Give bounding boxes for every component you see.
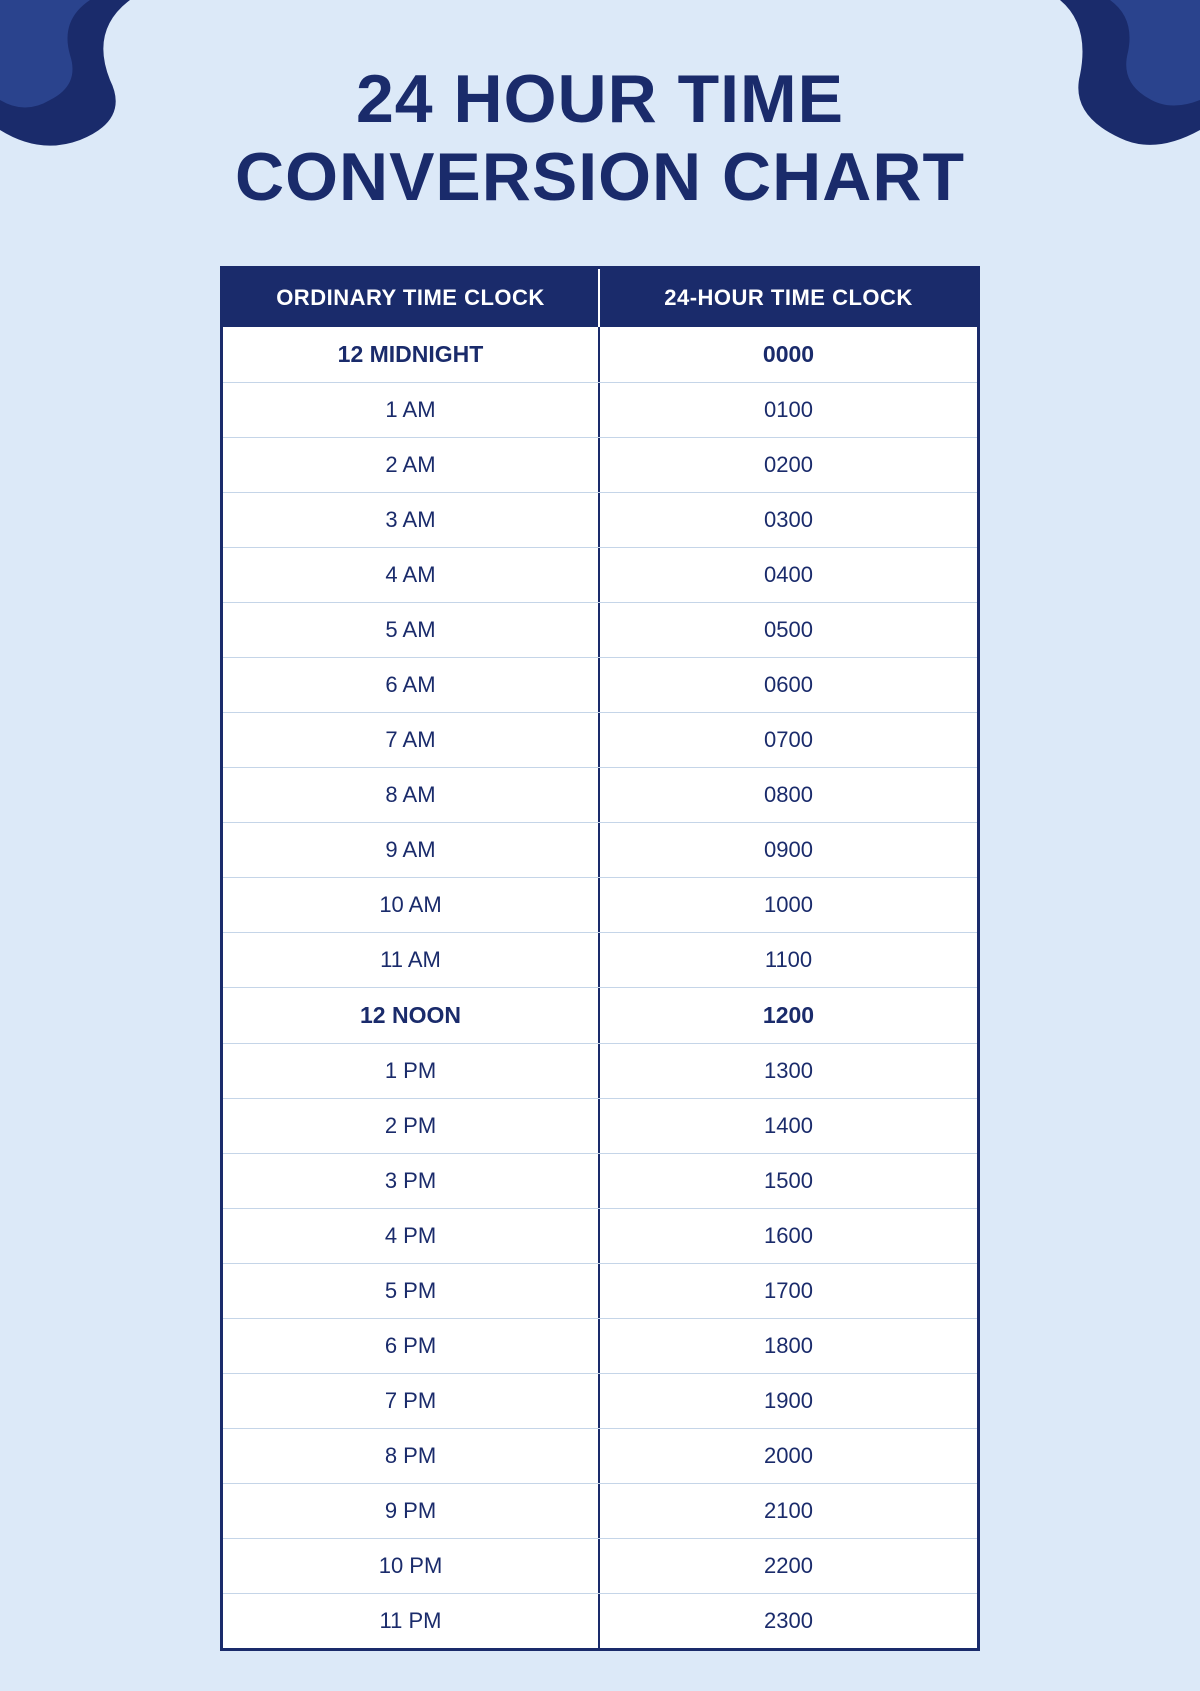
ordinary-time-cell: 10 PM xyxy=(223,1539,600,1593)
military-time-cell: 0200 xyxy=(600,438,977,492)
ordinary-time-cell: 11 AM xyxy=(223,933,600,987)
table-row: 1 PM1300 xyxy=(223,1044,977,1099)
ordinary-time-cell: 4 PM xyxy=(223,1209,600,1263)
military-time-cell: 1600 xyxy=(600,1209,977,1263)
table-row: 1 AM0100 xyxy=(223,383,977,438)
military-time-cell: 1700 xyxy=(600,1264,977,1318)
ordinary-time-cell: 5 AM xyxy=(223,603,600,657)
ordinary-time-cell: 1 AM xyxy=(223,383,600,437)
table-row: 4 AM0400 xyxy=(223,548,977,603)
table-header: ORDINARY TIME CLOCK 24-HOUR TIME CLOCK xyxy=(223,269,977,327)
ordinary-time-cell: 5 PM xyxy=(223,1264,600,1318)
table-row: 2 AM0200 xyxy=(223,438,977,493)
military-time-cell: 0800 xyxy=(600,768,977,822)
table-row: 9 PM2100 xyxy=(223,1484,977,1539)
table-row: 10 PM2200 xyxy=(223,1539,977,1594)
header-ordinary-time: ORDINARY TIME CLOCK xyxy=(223,269,600,327)
blob-top-left-decoration xyxy=(0,0,180,160)
table-row: 6 PM1800 xyxy=(223,1319,977,1374)
ordinary-time-cell: 7 AM xyxy=(223,713,600,767)
ordinary-time-cell: 3 AM xyxy=(223,493,600,547)
military-time-cell: 0900 xyxy=(600,823,977,877)
military-time-cell: 0100 xyxy=(600,383,977,437)
ordinary-time-cell: 9 AM xyxy=(223,823,600,877)
table-row: 5 PM1700 xyxy=(223,1264,977,1319)
header-24hour-time: 24-HOUR TIME CLOCK xyxy=(600,269,977,327)
military-time-cell: 2200 xyxy=(600,1539,977,1593)
ordinary-time-cell: 2 AM xyxy=(223,438,600,492)
military-time-cell: 1900 xyxy=(600,1374,977,1428)
table-row: 2 PM1400 xyxy=(223,1099,977,1154)
table-row: 8 AM0800 xyxy=(223,768,977,823)
table-row: 12 NOON1200 xyxy=(223,988,977,1044)
military-time-cell: 0500 xyxy=(600,603,977,657)
table-row: 7 PM1900 xyxy=(223,1374,977,1429)
military-time-cell: 0000 xyxy=(600,327,977,382)
table-body: 12 MIDNIGHT00001 AM01002 AM02003 AM03004… xyxy=(223,327,977,1648)
table-row: 9 AM0900 xyxy=(223,823,977,878)
table-row: 3 AM0300 xyxy=(223,493,977,548)
ordinary-time-cell: 8 PM xyxy=(223,1429,600,1483)
military-time-cell: 1000 xyxy=(600,878,977,932)
ordinary-time-cell: 8 AM xyxy=(223,768,600,822)
page-title: 24 HOUR TIME CONVERSION CHART xyxy=(155,60,1045,216)
table-row: 8 PM2000 xyxy=(223,1429,977,1484)
conversion-table: ORDINARY TIME CLOCK 24-HOUR TIME CLOCK 1… xyxy=(220,266,980,1651)
table-row: 5 AM0500 xyxy=(223,603,977,658)
military-time-cell: 1400 xyxy=(600,1099,977,1153)
table-row: 6 AM0600 xyxy=(223,658,977,713)
military-time-cell: 2300 xyxy=(600,1594,977,1648)
ordinary-time-cell: 6 PM xyxy=(223,1319,600,1373)
ordinary-time-cell: 2 PM xyxy=(223,1099,600,1153)
ordinary-time-cell: 3 PM xyxy=(223,1154,600,1208)
table-row: 4 PM1600 xyxy=(223,1209,977,1264)
table-row: 12 MIDNIGHT0000 xyxy=(223,327,977,383)
military-time-cell: 2100 xyxy=(600,1484,977,1538)
ordinary-time-cell: 7 PM xyxy=(223,1374,600,1428)
table-row: 10 AM1000 xyxy=(223,878,977,933)
military-time-cell: 1800 xyxy=(600,1319,977,1373)
table-row: 11 AM1100 xyxy=(223,933,977,988)
table-row: 7 AM0700 xyxy=(223,713,977,768)
military-time-cell: 1100 xyxy=(600,933,977,987)
table-row: 3 PM1500 xyxy=(223,1154,977,1209)
ordinary-time-cell: 10 AM xyxy=(223,878,600,932)
ordinary-time-cell: 1 PM xyxy=(223,1044,600,1098)
military-time-cell: 0700 xyxy=(600,713,977,767)
military-time-cell: 2000 xyxy=(600,1429,977,1483)
military-time-cell: 1200 xyxy=(600,988,977,1043)
ordinary-time-cell: 4 AM xyxy=(223,548,600,602)
table-row: 11 PM2300 xyxy=(223,1594,977,1648)
ordinary-time-cell: 9 PM xyxy=(223,1484,600,1538)
ordinary-time-cell: 6 AM xyxy=(223,658,600,712)
military-time-cell: 1500 xyxy=(600,1154,977,1208)
ordinary-time-cell: 12 MIDNIGHT xyxy=(223,327,600,382)
military-time-cell: 0600 xyxy=(600,658,977,712)
military-time-cell: 1300 xyxy=(600,1044,977,1098)
ordinary-time-cell: 12 NOON xyxy=(223,988,600,1043)
page-container: 24 HOUR TIME CONVERSION CHART ORDINARY T… xyxy=(0,0,1200,1691)
military-time-cell: 0300 xyxy=(600,493,977,547)
military-time-cell: 0400 xyxy=(600,548,977,602)
ordinary-time-cell: 11 PM xyxy=(223,1594,600,1648)
